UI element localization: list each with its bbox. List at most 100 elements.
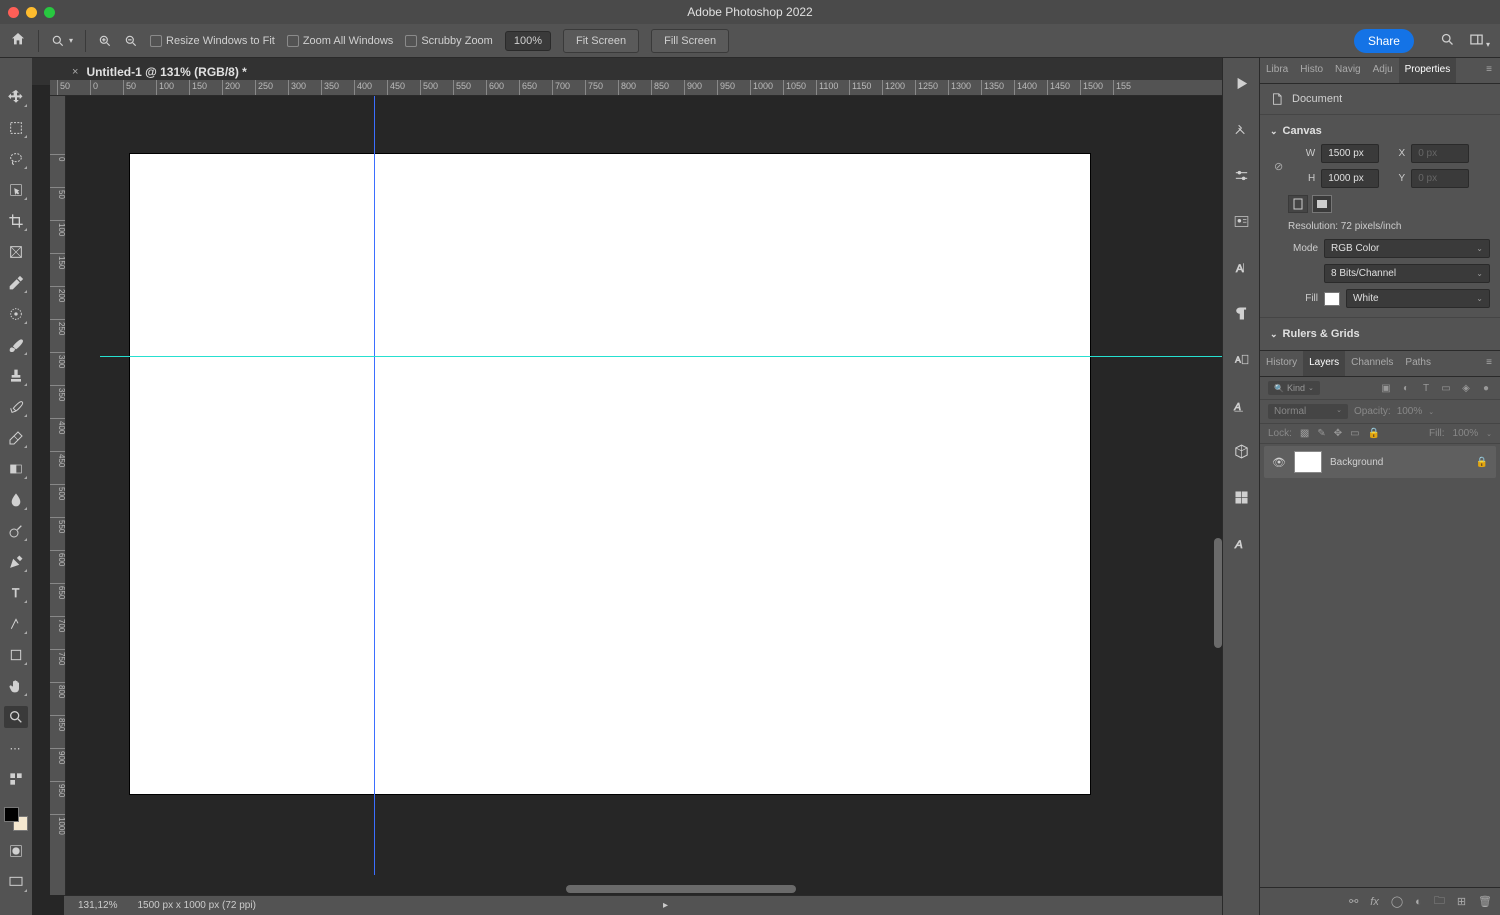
healing-tool[interactable]	[4, 303, 28, 325]
gradient-tool[interactable]	[4, 458, 28, 480]
lasso-tool[interactable]	[4, 148, 28, 170]
link-wh-icon[interactable]: ⊘	[1274, 160, 1283, 173]
3d-icon[interactable]	[1230, 440, 1252, 462]
fill-screen-button[interactable]: Fill Screen	[651, 29, 729, 53]
mode-select[interactable]: RGB Color⌄	[1324, 239, 1490, 258]
tab-libraries[interactable]: Libra	[1260, 58, 1294, 83]
lock-brush-icon[interactable]: ✎	[1317, 428, 1325, 439]
close-window[interactable]	[8, 7, 19, 18]
filter-adjust-icon[interactable]: ◐	[1400, 382, 1412, 394]
y-input[interactable]	[1411, 169, 1469, 188]
eraser-tool[interactable]	[4, 427, 28, 449]
search-icon[interactable]	[1440, 32, 1455, 50]
zoom-all-check[interactable]: Zoom All Windows	[287, 35, 393, 47]
screenmode-tool[interactable]	[4, 871, 28, 893]
zoom-in-icon[interactable]	[98, 34, 112, 48]
fx-icon[interactable]: fx	[1370, 896, 1379, 908]
width-input[interactable]	[1321, 144, 1379, 163]
quickmask-tool[interactable]	[4, 840, 28, 862]
filter-pixel-icon[interactable]: ▣	[1380, 382, 1392, 394]
zoom-out-icon[interactable]	[124, 34, 138, 48]
panel-menu-icon[interactable]: ≡	[1478, 58, 1500, 83]
charstyle-icon[interactable]: A	[1230, 348, 1252, 370]
more-tools[interactable]: ⋯	[4, 737, 28, 759]
character-icon[interactable]: A	[1230, 256, 1252, 278]
dodge-tool[interactable]	[4, 520, 28, 542]
pen-tool[interactable]	[4, 551, 28, 573]
group-icon[interactable]: 🗀	[1434, 892, 1445, 911]
ruler-vertical[interactable]: 0501001502002503003504004505005506006507…	[50, 96, 66, 895]
paragraph-icon[interactable]	[1230, 302, 1252, 324]
marquee-tool[interactable]	[4, 117, 28, 139]
eyedropper-tool[interactable]	[4, 272, 28, 294]
delete-layer-icon[interactable]: 🗑	[1478, 895, 1492, 908]
crop-tool[interactable]	[4, 210, 28, 232]
fit-screen-button[interactable]: Fit Screen	[563, 29, 639, 53]
new-layer-icon[interactable]: ⊞	[1457, 895, 1466, 908]
tab-navigator[interactable]: Navig	[1329, 58, 1367, 83]
orientation-landscape[interactable]	[1312, 195, 1332, 213]
selection-tool[interactable]	[4, 179, 28, 201]
orientation-portrait[interactable]	[1288, 195, 1308, 213]
stamp-tool[interactable]	[4, 365, 28, 387]
status-dimensions[interactable]: 1500 px x 1000 px (72 ppi)	[137, 900, 255, 911]
fill-value[interactable]: 100%	[1453, 428, 1479, 439]
fill-swatch[interactable]	[1324, 292, 1340, 306]
tab-layers[interactable]: Layers	[1303, 351, 1345, 376]
layer-filter-kind[interactable]: 🔍Kind⌄	[1268, 381, 1320, 395]
filter-shape-icon[interactable]: ▭	[1440, 382, 1452, 394]
layer-background[interactable]: 👁 Background 🔒	[1264, 446, 1496, 478]
layer-thumbnail[interactable]	[1294, 451, 1322, 473]
blend-mode-select[interactable]: Normal⌄	[1268, 404, 1348, 419]
minimize-window[interactable]	[26, 7, 37, 18]
move-tool[interactable]	[4, 86, 28, 108]
close-tab-icon[interactable]: ×	[72, 66, 78, 78]
tab-channels[interactable]: Channels	[1345, 351, 1399, 376]
canvas[interactable]	[130, 154, 1090, 794]
scrubby-zoom-check[interactable]: Scrubby Zoom	[405, 35, 493, 47]
height-input[interactable]	[1321, 169, 1379, 188]
grid-icon[interactable]	[1230, 486, 1252, 508]
tab-history[interactable]: Histo	[1294, 58, 1329, 83]
horizontal-scrollbar[interactable]	[66, 885, 1212, 895]
tab-properties[interactable]: Properties	[1399, 58, 1457, 83]
layers-menu-icon[interactable]: ≡	[1478, 351, 1500, 376]
status-zoom[interactable]: 131,12%	[78, 900, 117, 911]
adjustment-layer-icon[interactable]: ◐	[1415, 896, 1422, 908]
brush-tool[interactable]	[4, 334, 28, 356]
type-tool[interactable]: T	[4, 582, 28, 604]
color-swatch[interactable]	[4, 807, 28, 831]
opacity-value[interactable]: 100%	[1397, 406, 1423, 417]
brushes-icon[interactable]	[1230, 118, 1252, 140]
filter-smart-icon[interactable]: ◈	[1460, 382, 1472, 394]
x-input[interactable]	[1411, 144, 1469, 163]
path-tool[interactable]	[4, 613, 28, 635]
shape-tool[interactable]	[4, 644, 28, 666]
layer-lock-icon[interactable]: 🔒	[1476, 457, 1488, 468]
tab-adjustments[interactable]: Adju	[1367, 58, 1399, 83]
play-icon[interactable]	[1230, 72, 1252, 94]
edit-toolbar[interactable]	[4, 768, 28, 790]
resize-windows-check[interactable]: Resize Windows to Fit	[150, 35, 275, 47]
zoom-value[interactable]: 100%	[505, 31, 551, 51]
maximize-window[interactable]	[44, 7, 55, 18]
fill-select[interactable]: White⌄	[1346, 289, 1490, 308]
glyphs-icon[interactable]: A	[1230, 532, 1252, 554]
link-layers-icon[interactable]: ⚯	[1349, 895, 1358, 908]
workspace-icon[interactable]: ▾	[1469, 32, 1490, 50]
adjustments-icon[interactable]	[1230, 164, 1252, 186]
hand-tool[interactable]	[4, 675, 28, 697]
zoom-tool[interactable]	[4, 706, 28, 728]
layer-visibility-icon[interactable]: 👁	[1272, 456, 1286, 469]
home-icon[interactable]	[10, 31, 26, 50]
filter-toggle-icon[interactable]: ●	[1480, 382, 1492, 394]
identity-icon[interactable]	[1230, 210, 1252, 232]
tab-history-panel[interactable]: History	[1260, 351, 1303, 376]
tab-paths[interactable]: Paths	[1399, 351, 1437, 376]
filter-type-icon[interactable]: T	[1420, 382, 1432, 394]
status-arrow-icon[interactable]: ▸	[663, 900, 668, 911]
rulers-section-toggle[interactable]: ⌄Rulers & Grids	[1270, 324, 1490, 344]
canvas-section-toggle[interactable]: ⌄Canvas	[1270, 121, 1490, 141]
lock-all-icon[interactable]: 🔒	[1368, 428, 1380, 439]
document-tab[interactable]: Untitled-1 @ 131% (RGB/8) *	[86, 65, 246, 79]
